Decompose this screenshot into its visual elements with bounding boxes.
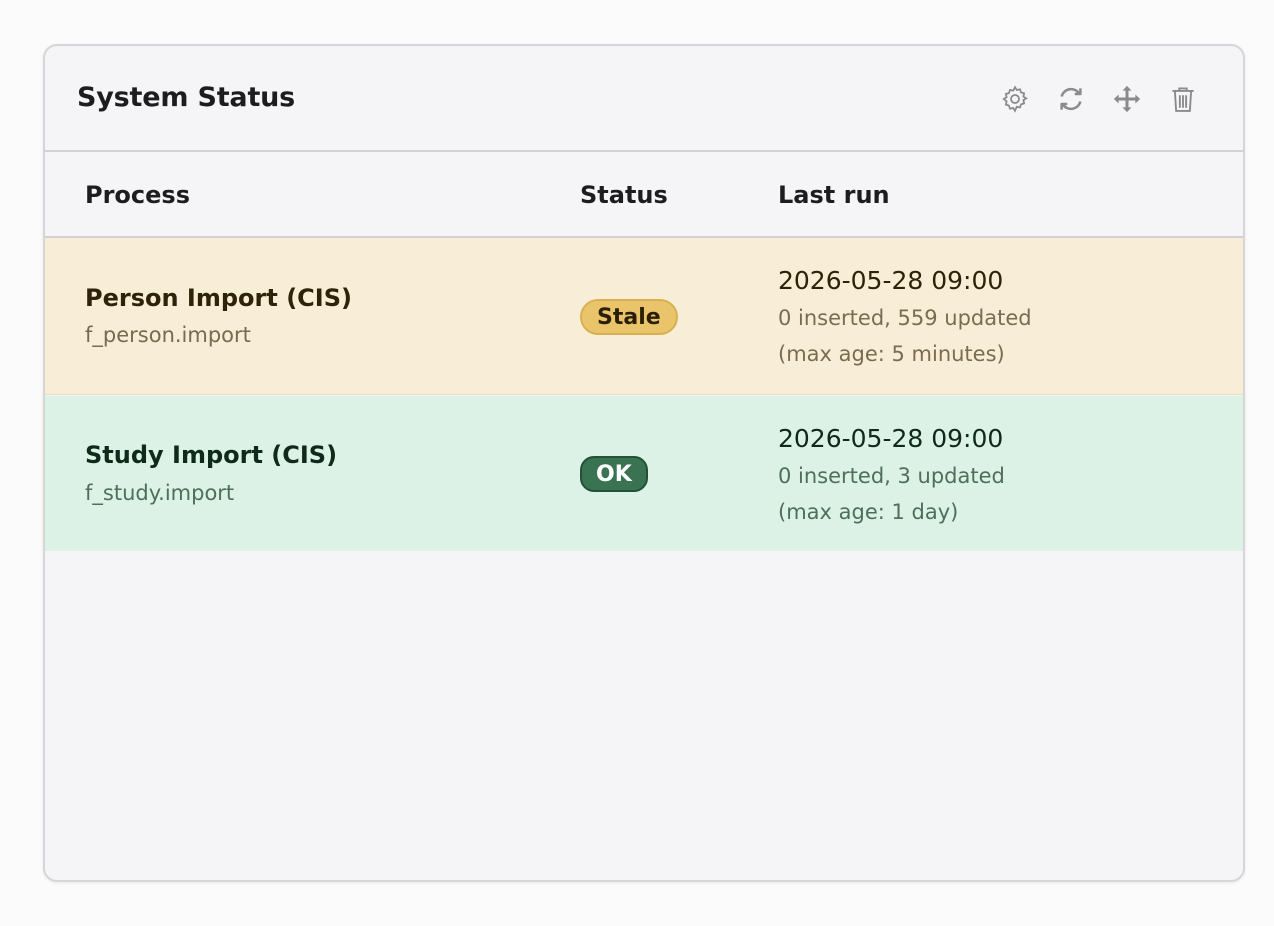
table-row: Study Import (CIS) f_study.import OK 202… (45, 396, 1243, 551)
delete-button[interactable] (1167, 83, 1199, 115)
column-header-status: Status (580, 181, 668, 209)
move-icon (1113, 85, 1141, 113)
process-id: f_person.import (85, 323, 251, 347)
process-name: Study Import (CIS) (85, 441, 338, 469)
last-run-max-age: (max age: 5 minutes) (778, 342, 1005, 366)
status-badge: OK (580, 456, 648, 492)
table-row: Person Import (CIS) f_person.import Stal… (45, 238, 1243, 395)
last-run-date: 2026-05-28 09:00 (778, 266, 1004, 295)
column-header-last-run: Last run (778, 181, 890, 209)
widget-header: System Status (45, 46, 1243, 152)
process-name: Person Import (CIS) (85, 284, 352, 312)
column-header-process: Process (85, 181, 190, 209)
gear-icon (1002, 85, 1028, 113)
last-run-counts: 0 inserted, 3 updated (778, 464, 1005, 488)
process-id: f_study.import (85, 481, 235, 505)
system-status-widget: System Status Process Status Last run Pe… (43, 44, 1245, 882)
status-badge: Stale (580, 299, 678, 335)
refresh-button[interactable] (1055, 83, 1087, 115)
settings-button[interactable] (999, 83, 1031, 115)
trash-icon (1172, 87, 1194, 112)
last-run-counts: 0 inserted, 559 updated (778, 306, 1032, 330)
last-run-max-age: (max age: 1 day) (778, 500, 959, 524)
widget-toolbar (999, 83, 1199, 115)
move-button[interactable] (1111, 83, 1143, 115)
refresh-icon (1060, 87, 1082, 111)
table-header: Process Status Last run (45, 152, 1243, 238)
last-run-date: 2026-05-28 09:00 (778, 424, 1004, 453)
widget-title: System Status (77, 82, 296, 113)
